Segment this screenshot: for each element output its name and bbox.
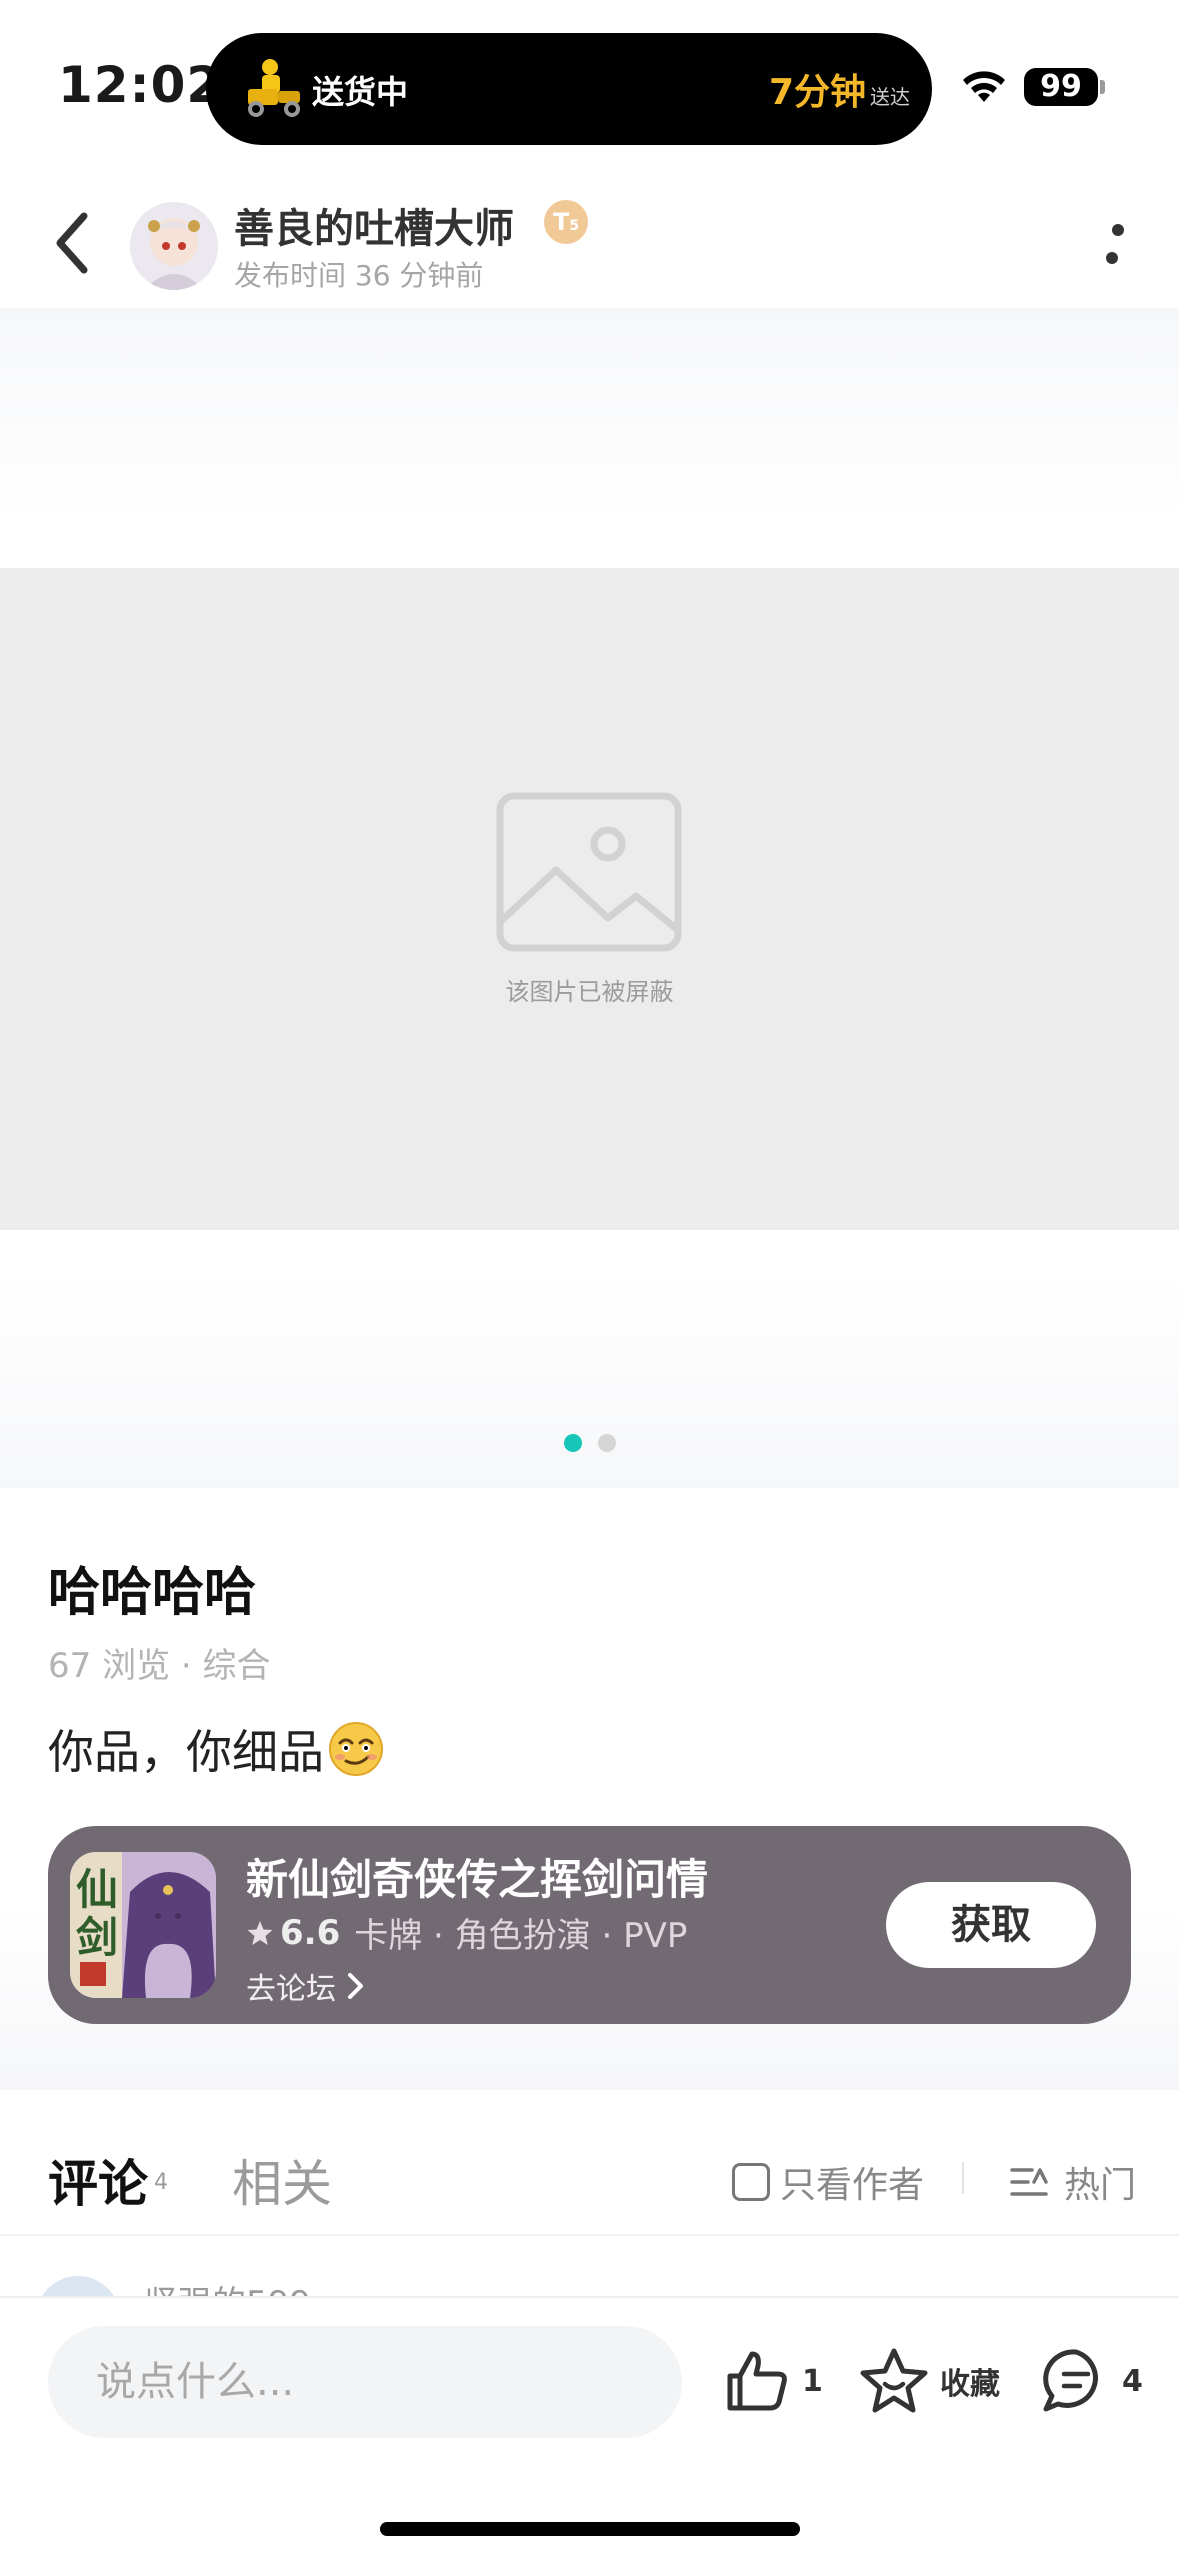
delivery-eta-suffix: 送达: [870, 85, 910, 109]
thumbs-up-icon: [727, 2351, 787, 2411]
level-badge-number: 5: [569, 218, 580, 234]
comment-count: 4: [1122, 2363, 1143, 2399]
tabs-divider: [962, 2162, 964, 2194]
battery-cap: [1100, 80, 1105, 94]
post-content-text: 你品，你细品: [48, 1725, 324, 1779]
level-badge-letter: T: [552, 208, 570, 236]
chevron-right-icon: [348, 1973, 363, 1999]
home-indicator[interactable]: [380, 2522, 800, 2536]
like-button[interactable]: 1: [722, 2346, 823, 2416]
image-carousel[interactable]: 该图片已被屏蔽: [0, 308, 1179, 1488]
star-outline-icon: [860, 2348, 928, 2413]
go-to-forum-label: 去论坛: [246, 1972, 336, 2007]
post-header: 善良的吐槽大师 T5 发布时间 36 分钟前: [0, 170, 1179, 308]
author-only-toggle[interactable]: 只看作者: [732, 2156, 924, 2208]
game-tags: 卡牌 · 角色扮演 · PVP: [354, 1916, 688, 1956]
carousel-dot-active[interactable]: [563, 1434, 582, 1452]
post-meta: 67 浏览 · 综合: [48, 1646, 271, 1686]
tab-comments-label: 评论: [48, 2144, 148, 2216]
tab-comments-text: 评论: [48, 2155, 148, 2213]
blocked-image-text: 该图片已被屏蔽: [505, 978, 674, 1006]
game-cover-icon: 仙 剑: [70, 1852, 216, 1998]
avatar-illustration-icon: [130, 202, 218, 290]
game-card[interactable]: 仙 剑 新仙剑奇侠传之挥剑问情 6.6 卡牌 · 角色扮演 · PVP 去论坛: [48, 1826, 1131, 2024]
bottom-action-bar: 说点什么... 1 收藏 4: [0, 2296, 1179, 2556]
game-icon[interactable]: 仙 剑: [70, 1852, 216, 1998]
smirk-emoji-icon: [329, 1722, 383, 1776]
game-rating: 6.6: [280, 1912, 341, 1953]
delivery-rider-icon: [248, 59, 300, 117]
get-game-button[interactable]: 获取: [886, 1882, 1096, 1968]
blocked-image[interactable]: 该图片已被屏蔽: [0, 568, 1179, 1230]
comment-item[interactable]: 坚强的599: [0, 2236, 1179, 2296]
tab-related[interactable]: 相关: [232, 2144, 332, 2216]
go-to-forum-link[interactable]: 去论坛: [246, 1964, 366, 2008]
author-avatar[interactable]: [130, 202, 218, 290]
game-info: 6.6 卡牌 · 角色扮演 · PVP: [246, 1908, 687, 1957]
svg-text:仙: 仙: [76, 1865, 118, 1914]
author-name[interactable]: 善良的吐槽大师: [234, 196, 514, 254]
dynamic-island[interactable]: 送货中 7分钟 送达: [206, 33, 932, 145]
post-body: 哈哈哈哈 67 浏览 · 综合 你品，你细品 仙 剑 新仙剑奇侠传之挥剑问情 6…: [0, 1488, 1179, 2090]
post-content: 你品，你细品: [48, 1716, 384, 1782]
image-placeholder-icon: [496, 792, 682, 952]
tab-comments[interactable]: 评论 4: [48, 2144, 168, 2216]
more-options-icon[interactable]: [1100, 210, 1130, 280]
back-arrow-icon[interactable]: [50, 210, 94, 276]
author-only-checkbox[interactable]: [732, 2163, 770, 2201]
delivery-status: 送货中: [312, 73, 409, 111]
level-badge: T5: [544, 200, 588, 244]
favorite-button[interactable]: 收藏: [858, 2346, 1000, 2416]
carousel-dot[interactable]: [597, 1434, 616, 1452]
comment-username[interactable]: 坚强的599: [144, 2276, 311, 2296]
star-rating-icon: [247, 1920, 273, 1945]
sort-hot-button[interactable]: 热门: [1010, 2156, 1136, 2208]
sort-hot-label: 热门: [1064, 2165, 1137, 2206]
carousel-page-dots: [0, 1434, 1179, 1452]
tab-comments-count: 4: [154, 2170, 168, 2195]
comment-tabs: 评论 4 相关 只看作者 热门: [0, 2090, 1179, 2236]
comment-button[interactable]: 4: [1040, 2346, 1143, 2416]
sort-icon: [1010, 2168, 1048, 2196]
comment-avatar[interactable]: [36, 2276, 120, 2296]
author-only-label: 只看作者: [780, 2165, 925, 2206]
svg-text:剑: 剑: [76, 1913, 118, 1962]
publish-time: 发布时间 36 分钟前: [234, 259, 484, 292]
battery-indicator: 99: [1024, 68, 1098, 106]
comment-bubble-icon: [1043, 2349, 1098, 2412]
post-title: 哈哈哈哈: [48, 1563, 257, 1623]
delivery-eta: 7分钟 送达: [769, 63, 910, 115]
wifi-icon: [963, 71, 1005, 102]
comment-input[interactable]: 说点什么...: [48, 2326, 682, 2438]
status-bar: 12:02 送货中 7分钟 送达 99: [0, 0, 1179, 170]
favorite-label: 收藏: [940, 2367, 1000, 2402]
game-name[interactable]: 新仙剑奇侠传之挥剑问情: [246, 1846, 708, 1907]
like-count: 1: [802, 2363, 823, 2399]
delivery-eta-time: 7分钟: [768, 72, 866, 113]
status-time: 12:02: [58, 56, 223, 114]
